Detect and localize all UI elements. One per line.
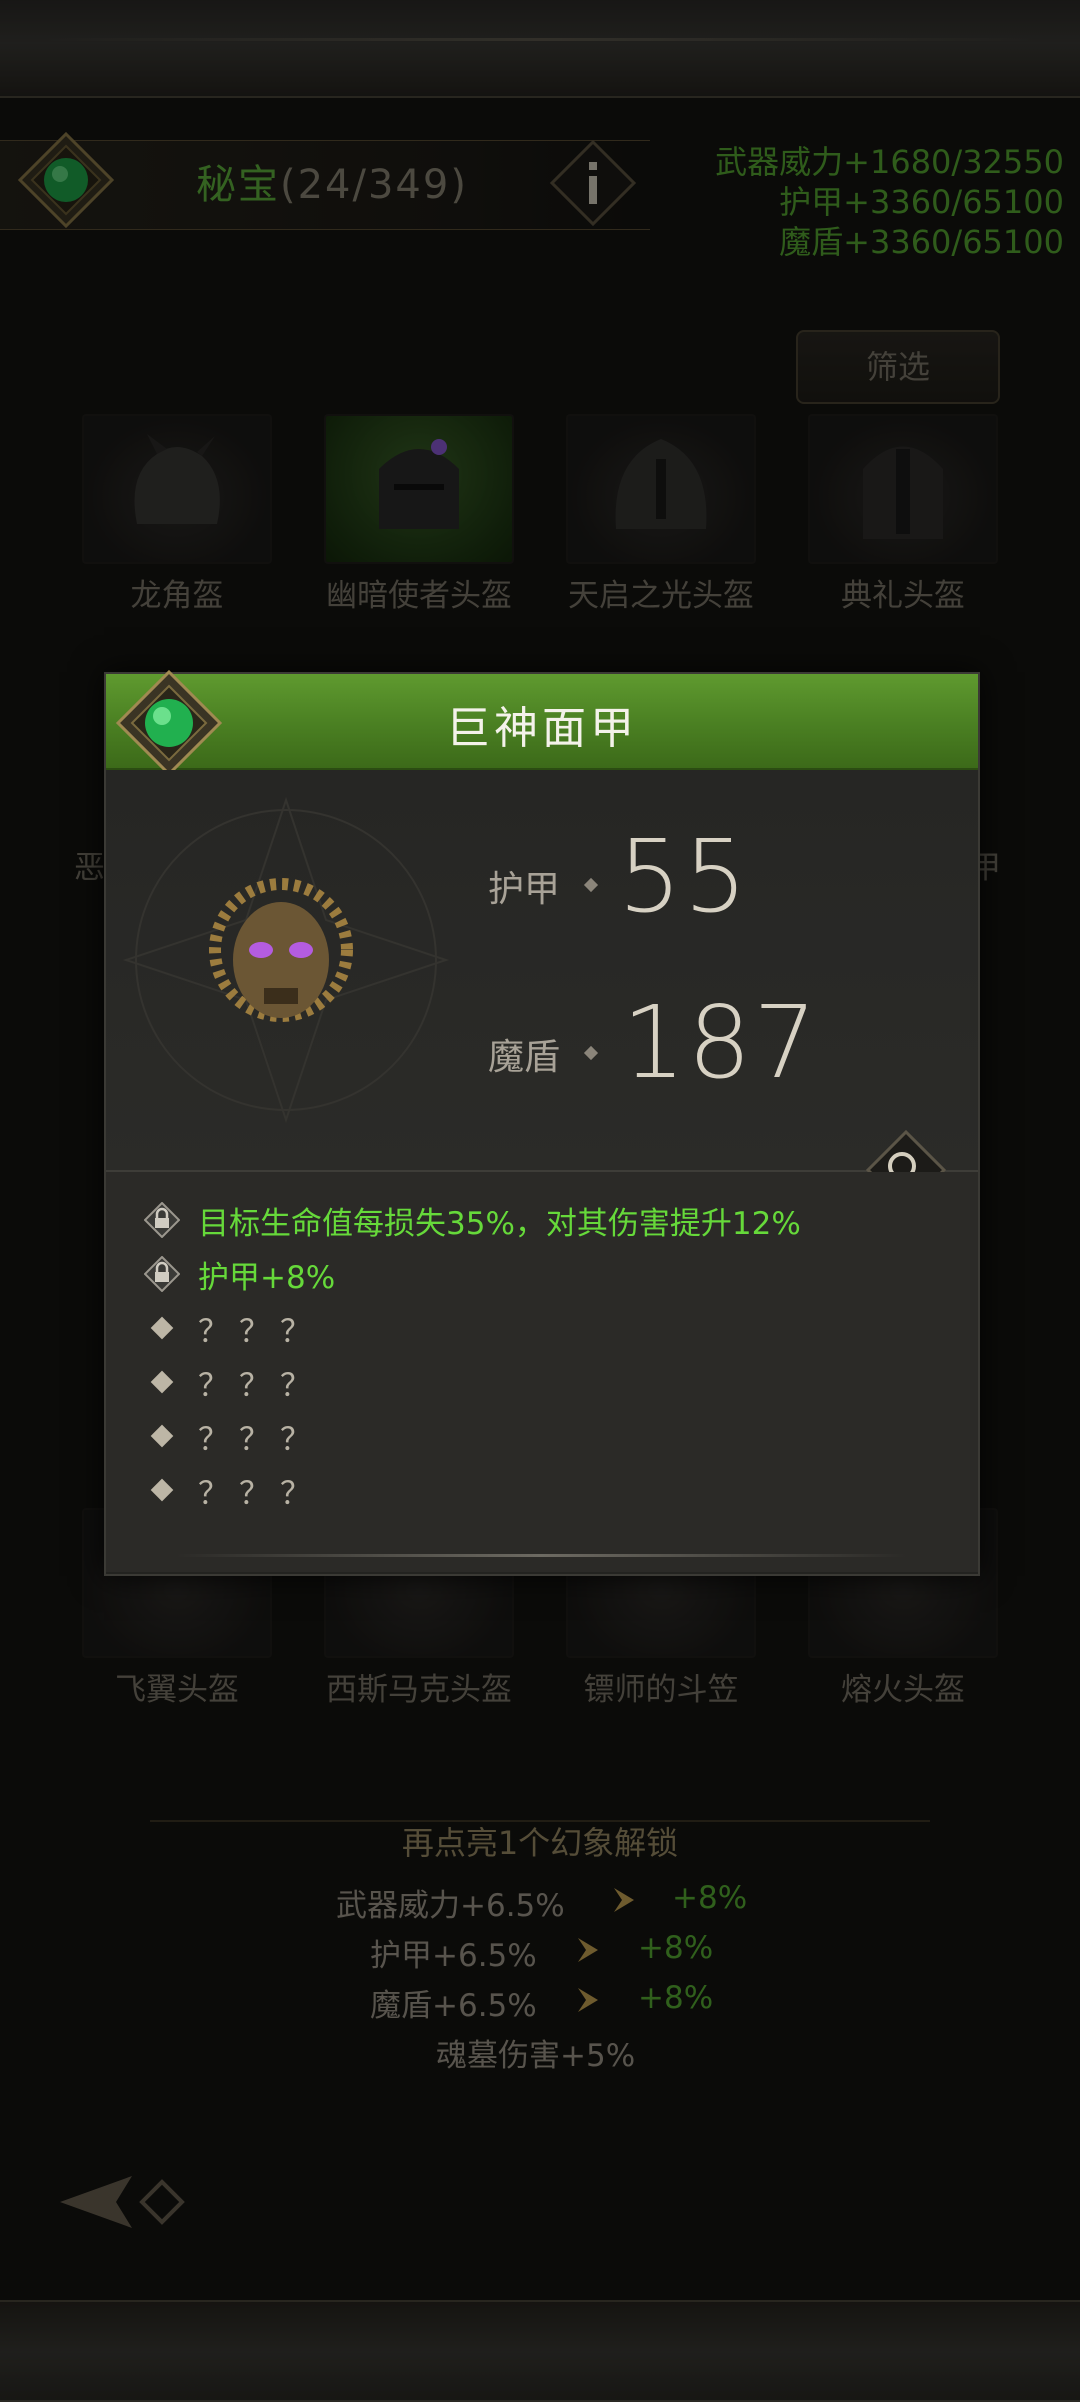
lock-icon (144, 1202, 180, 1238)
titan-mask-icon (209, 878, 353, 1022)
attribute-row: ？？？ (144, 1304, 321, 1352)
diamond-bullet-icon (150, 1478, 174, 1502)
attribute-row: 护甲+8% (144, 1250, 335, 1298)
stat-magic-shield-label: 魔盾 (488, 1037, 561, 1078)
attribute-text: 目标生命值每损失35%，对其伤害提升12% (198, 1205, 801, 1242)
attribute-text: ？？？ (198, 1367, 321, 1404)
popup-title-bar: 巨神面甲 (106, 674, 978, 771)
item-detail-popup: 巨神面甲 护甲 55 魔盾 187 目标生命值每损失35%，对其伤害提升12% … (104, 669, 980, 1576)
popup-stats-area: 护甲 55 魔盾 187 (106, 770, 978, 1170)
stat-magic-shield-value: 187 (622, 984, 819, 1101)
attribute-text: ？？？ (198, 1313, 321, 1350)
attribute-text: ？？？ (198, 1421, 321, 1458)
diamond-bullet-icon (150, 1316, 174, 1340)
popup-scroll-indicator (176, 1554, 906, 1557)
diamond-bullet-icon (583, 877, 599, 893)
gem-emblem-icon (115, 669, 223, 777)
attribute-list: 目标生命值每损失35%，对其伤害提升12% 护甲+8% ？？？ ？？？ ？？？ … (106, 1172, 978, 1572)
diamond-bullet-icon (583, 1045, 599, 1061)
diamond-bullet-icon (150, 1424, 174, 1448)
attribute-text: 护甲+8% (198, 1259, 336, 1296)
attribute-row: ？？？ (144, 1412, 321, 1460)
stat-armor-label: 护甲 (488, 869, 561, 910)
stat-armor-value: 55 (618, 818, 750, 935)
attribute-row: 目标生命值每损失35%，对其伤害提升12% (144, 1196, 801, 1244)
attribute-row: ？？？ (144, 1358, 321, 1406)
attribute-text: ？？？ (198, 1475, 321, 1512)
popup-title: 巨神面甲 (446, 703, 638, 754)
lock-icon (144, 1256, 180, 1292)
attribute-row: ？？？ (144, 1466, 321, 1514)
diamond-bullet-icon (150, 1370, 174, 1394)
